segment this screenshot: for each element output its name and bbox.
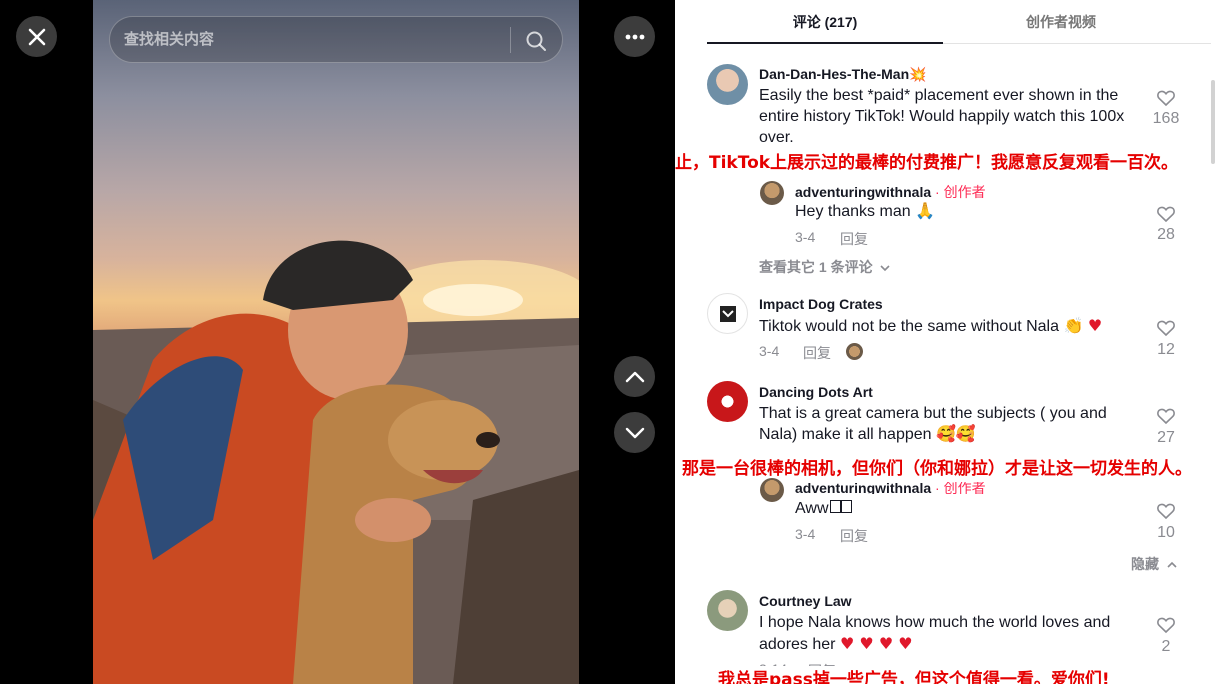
like-count: 28 [1157, 226, 1175, 243]
like-count: 12 [1157, 341, 1175, 358]
comment-text-content: Tiktok would not be the same without Nal… [759, 318, 1084, 335]
comment-username[interactable]: Dancing Dots Art [759, 384, 873, 400]
heart-icon[interactable] [1156, 318, 1176, 338]
reply-username[interactable]: adventuringwithnala · 创作者 [795, 182, 986, 202]
video-frame[interactable] [93, 0, 579, 684]
like-count: 10 [1157, 524, 1175, 541]
comment-username[interactable]: Courtney Law [759, 593, 852, 609]
previous-video-button[interactable] [614, 356, 655, 397]
heart-emojis: ♥ ♥ ♥ ♥ [839, 634, 913, 653]
comment-date: 3-4 [795, 526, 816, 542]
video-scene [93, 240, 579, 684]
heart-emoji-icon: ♥ [1087, 316, 1103, 335]
comment-username[interactable]: Impact Dog Crates [759, 296, 883, 312]
missing-glyph-box [840, 500, 852, 513]
comment-text: Tiktok would not be the same without Nal… [759, 315, 1102, 337]
scrollbar[interactable] [1211, 80, 1215, 164]
comment-text-content: I hope Nala knows how much the world lov… [759, 614, 1111, 653]
translation-overlay: 我总是pass掉一些广告，但这个值得一看。爱你们! [713, 666, 1115, 684]
view-more-label[interactable]: 查看其它 1 条评论 [759, 259, 873, 275]
avatar[interactable] [707, 64, 748, 105]
brand-logo-icon [719, 305, 736, 322]
tab-comments[interactable]: 评论 (217) [707, 0, 943, 44]
avatar[interactable] [760, 181, 784, 205]
comment-text: That is a great camera but the subjects … [759, 405, 1107, 443]
reply-button[interactable]: 回复 [840, 526, 868, 546]
heart-icon[interactable] [1156, 204, 1176, 224]
comment-text: Easily the best *paid* placement ever sh… [759, 87, 1125, 146]
search-input[interactable] [124, 17, 504, 62]
next-video-button[interactable] [614, 412, 655, 453]
chevron-up-icon [625, 371, 644, 382]
reply-username[interactable]: adventuringwithnala · 创作者 [795, 482, 986, 494]
comment-username[interactable]: Dan-Dan-Hes-The-Man💥 [759, 66, 927, 83]
creator-badge: · 创作者 [935, 482, 986, 494]
search-divider [510, 27, 511, 53]
reply-button[interactable]: 回复 [840, 229, 868, 249]
like-count: 27 [1157, 429, 1175, 446]
more-icon [625, 34, 644, 39]
translation-overlay: 迄今为止，TikTok上展示过的最棒的付费推广！我愿意反复观看一百次。 [675, 149, 1184, 177]
heart-icon[interactable] [1156, 615, 1176, 635]
creator-badge: · 创作者 [935, 184, 986, 200]
avatar[interactable] [707, 293, 748, 334]
comment-date: 3-4 [759, 343, 780, 359]
avatar[interactable] [707, 381, 748, 422]
search-bar[interactable] [109, 16, 563, 63]
hide-label[interactable]: 隐藏 [1131, 556, 1159, 572]
heart-icon[interactable] [1156, 501, 1176, 521]
heart-icon[interactable] [1156, 88, 1176, 108]
reply-username-text[interactable]: adventuringwithnala [795, 482, 931, 494]
search-button[interactable] [522, 27, 550, 55]
more-options-button[interactable] [614, 16, 655, 57]
close-icon [28, 28, 45, 45]
video-player[interactable] [0, 0, 675, 684]
reply-username-text[interactable]: adventuringwithnala [795, 184, 931, 200]
comment-text: I hope Nala knows how much the world lov… [759, 612, 1139, 655]
reply-button[interactable]: 回复 [803, 343, 831, 363]
tab-bar: 评论 (217) 创作者视频 [707, 0, 1211, 44]
comments-panel: 评论 (217) 创作者视频 Dan-Dan-Hes-The-Man💥 Easi… [675, 0, 1216, 684]
view-more-replies-button[interactable]: 查看其它 1 条评论 [759, 257, 891, 277]
chevron-down-icon [880, 265, 891, 272]
hide-replies-button[interactable]: 隐藏 [1131, 554, 1177, 574]
like-count: 2 [1161, 638, 1171, 655]
reply-text: Hey thanks man 🙏 [795, 203, 935, 220]
close-button[interactable] [16, 16, 57, 57]
avatar[interactable] [760, 478, 784, 502]
reply-text-content: Aww [795, 500, 829, 517]
creator-liked-avatar [846, 343, 863, 360]
chevron-down-icon [625, 427, 644, 438]
heart-icon[interactable] [1156, 406, 1176, 426]
avatar[interactable] [707, 590, 748, 631]
translation-overlay: 那是一台很棒的相机，但你们（你和娜拉）才是让这一切发生的人。 [677, 455, 1197, 483]
tab-creator-videos[interactable]: 创作者视频 [943, 0, 1179, 44]
search-icon [526, 31, 546, 51]
like-count: 168 [1152, 110, 1180, 127]
chevron-up-icon [1167, 561, 1177, 568]
reply-text: Aww [795, 498, 852, 519]
missing-glyph-box [829, 500, 841, 513]
comment-date: 3-4 [795, 229, 816, 245]
